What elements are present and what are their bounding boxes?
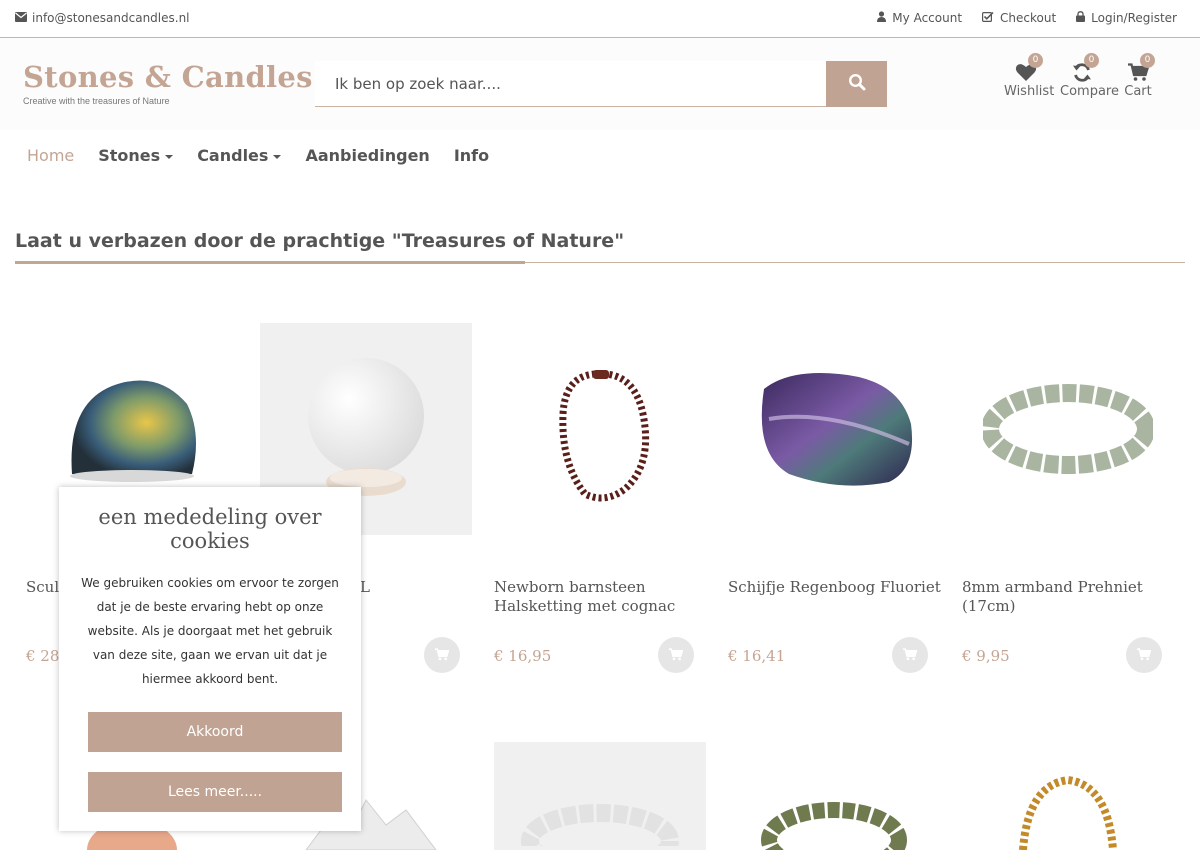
product-name[interactable]: Schijfje Regenboog Fluoriet [728, 578, 943, 597]
product-name[interactable]: Newborn barnsteen Halsketting met cognac [494, 578, 709, 616]
header-icons: 0 Wishlist 0 Compare 0 Cart [1004, 53, 1160, 99]
product-image-amber-necklace-2[interactable] [962, 770, 1174, 850]
main-nav: Home Stones Candles Aanbiedingen Info [27, 146, 489, 165]
caret-down-icon [273, 154, 282, 159]
search-button[interactable] [826, 61, 887, 107]
cookie-notice-dialog: een mededeling over cookies We gebruiken… [59, 487, 361, 831]
compare-count-badge: 0 [1084, 53, 1099, 68]
product-price: € 16,95 [494, 647, 552, 665]
search-input[interactable] [315, 61, 826, 106]
email-link[interactable]: info@stonesandcandles.nl [15, 11, 190, 25]
compare-button[interactable]: 0 Compare [1060, 53, 1119, 99]
logo-title[interactable]: Stones & Candles [23, 60, 313, 94]
email-text: info@stonesandcandles.nl [32, 11, 190, 25]
product-image-fluorite-slice[interactable] [728, 323, 940, 535]
product-image-unakite-bracelet[interactable] [728, 790, 940, 850]
product-price: € 16,41 [728, 647, 786, 665]
product-card[interactable] [962, 770, 1174, 850]
cart-icon [1137, 646, 1152, 665]
cart-icon [669, 646, 684, 665]
accept-cookies-button[interactable]: Akkoord [88, 712, 342, 752]
account-links: My Account Checkout Login/Register [877, 11, 1177, 25]
add-to-cart-button[interactable] [658, 637, 694, 673]
nav-item-info[interactable]: Info [454, 146, 489, 165]
wishlist-button[interactable]: 0 Wishlist [1004, 53, 1054, 99]
logo-subtitle: Creative with the treasures of Nature [23, 96, 170, 106]
search-icon [848, 73, 866, 95]
cookie-title: een mededeling over cookies [98, 505, 322, 553]
caret-down-icon [165, 154, 174, 159]
product-image-prehnite-bracelet[interactable] [962, 323, 1174, 535]
wishlist-count-badge: 0 [1028, 53, 1043, 68]
product-card[interactable] [728, 790, 940, 850]
nav-item-stones[interactable]: Stones [98, 146, 174, 165]
cart-icon [435, 646, 450, 665]
read-more-button[interactable]: Lees meer..... [88, 772, 342, 812]
lock-icon [1076, 11, 1086, 25]
nav-item-aanbiedingen[interactable]: Aanbiedingen [305, 146, 429, 165]
product-image-howlite-bracelet[interactable] [494, 742, 706, 850]
checkout-link[interactable]: Checkout [982, 11, 1056, 25]
section-heading: Laat u verbazen door de prachtige "Treas… [15, 230, 625, 252]
add-to-cart-button[interactable] [892, 637, 928, 673]
cart-button[interactable]: 0 Cart [1116, 53, 1160, 99]
product-card[interactable] [494, 742, 706, 850]
product-name[interactable]: 8mm armband Prehniet (17cm) [962, 578, 1177, 616]
heading-accent-bar [15, 261, 525, 264]
login-register-link[interactable]: Login/Register [1076, 11, 1177, 25]
my-account-link[interactable]: My Account [877, 11, 962, 25]
envelope-icon [15, 11, 27, 25]
cart-count-badge: 0 [1140, 53, 1155, 68]
site-header: Stones & Candles Creative with the treas… [0, 38, 1200, 130]
checkbox-icon [982, 11, 994, 25]
add-to-cart-button[interactable] [1126, 637, 1162, 673]
product-image-amber-necklace[interactable] [494, 323, 706, 535]
nav-item-home[interactable]: Home [27, 146, 74, 165]
add-to-cart-button[interactable] [424, 637, 460, 673]
product-price: € 9,95 [962, 647, 1010, 665]
top-bar: info@stonesandcandles.nl My Account Chec… [0, 0, 1200, 38]
cookie-body: We gebruiken cookies om ervoor te zorgen… [81, 576, 339, 686]
nav-item-candles[interactable]: Candles [197, 146, 282, 165]
search-bar [315, 61, 887, 107]
cart-icon [903, 646, 918, 665]
user-icon [877, 11, 887, 25]
